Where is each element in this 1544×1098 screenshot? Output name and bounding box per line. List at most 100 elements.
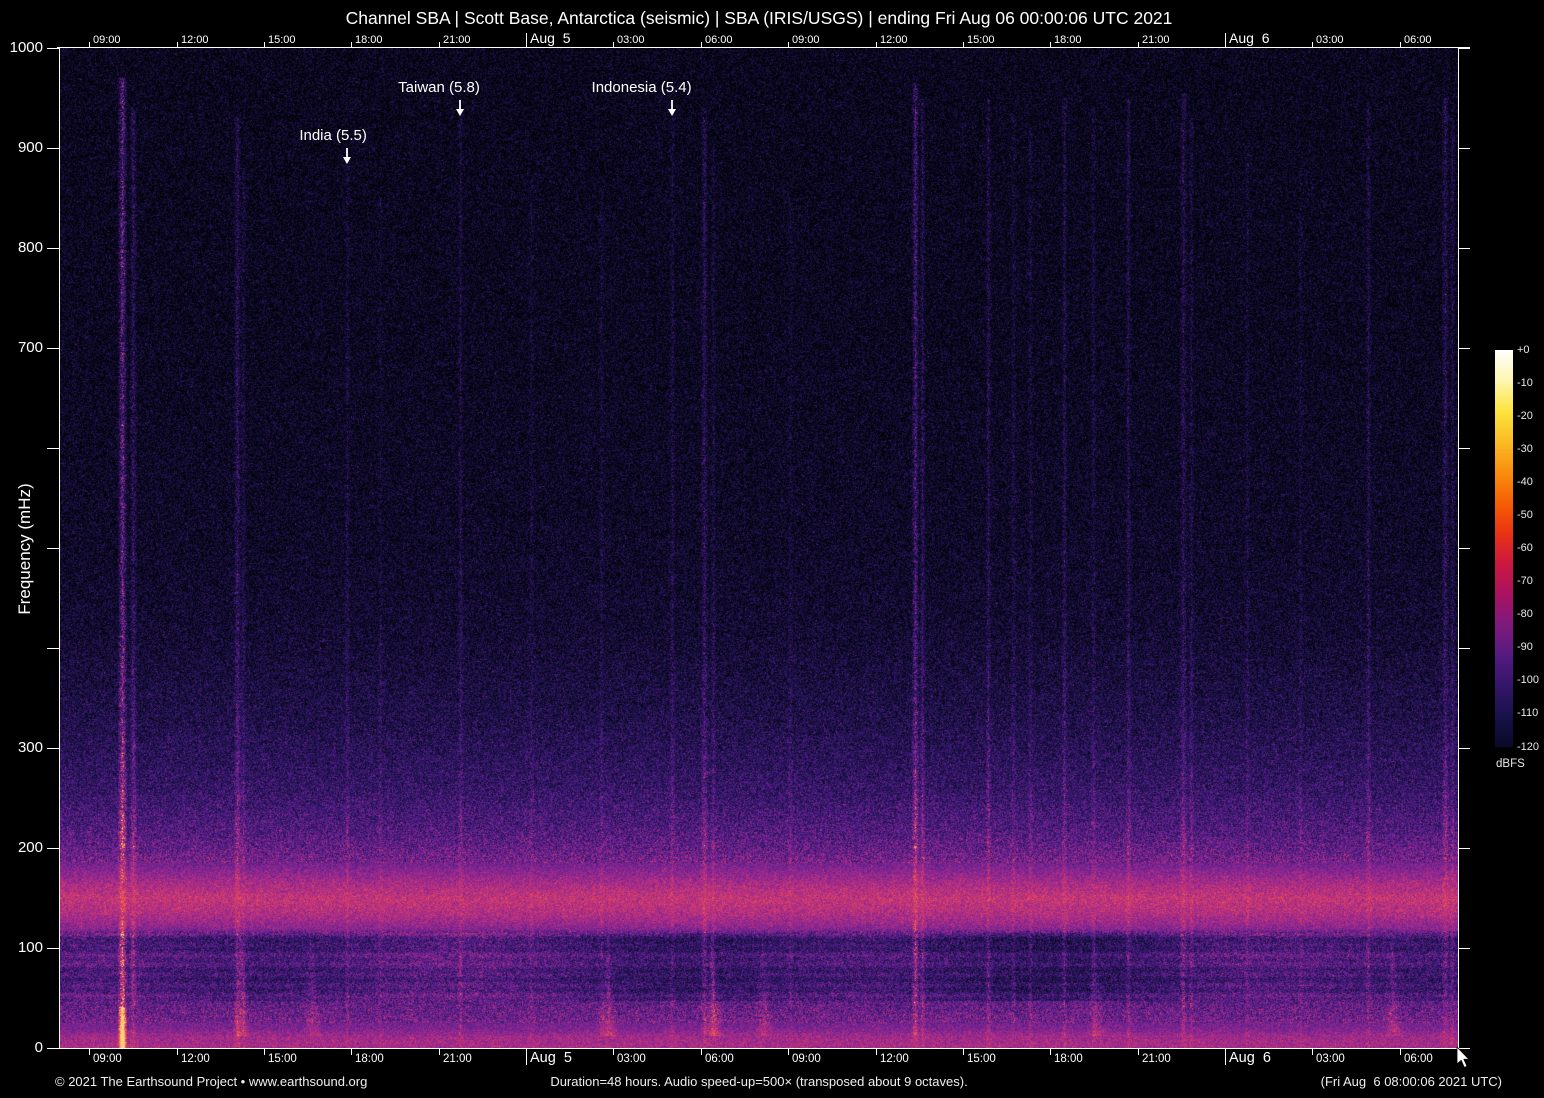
colorbar-tick-label: -10: [1517, 376, 1533, 389]
x-tick-top: [963, 42, 964, 47]
y-tick: [47, 348, 59, 349]
x-tick-label-top: Aug 6: [1229, 30, 1270, 46]
y-tick-right: [1459, 948, 1470, 949]
x-tick-top: [788, 42, 789, 47]
x-tick-top: [351, 42, 352, 47]
x-tick-bottom: [1400, 1049, 1401, 1055]
x-tick-top: [89, 42, 90, 47]
x-tick-bottom: [439, 1049, 440, 1055]
axes-overlay: 09:00 09:00 12:00 12:00 15:00 15:00 18:00 18:00…: [0, 0, 1544, 1098]
x-tick-top: [1050, 42, 1051, 47]
colorbar-tick-label: -80: [1517, 608, 1533, 621]
spectrogram-page: Channel SBA | Scott Base, Antarctica (se…: [0, 0, 1544, 1098]
x-tick-bottom: [89, 1049, 90, 1055]
x-tick-label-top: 18:00: [355, 33, 383, 46]
x-tick-label-top: 12:00: [880, 33, 908, 46]
x-tick-bottom: [264, 1049, 265, 1055]
bottom-axis-line: [55, 1048, 1468, 1049]
x-tick-top: [613, 42, 614, 47]
annotation-arrow-icon: [667, 100, 676, 116]
x-tick-top: [264, 42, 265, 47]
y-tick-right: [1459, 748, 1470, 749]
x-tick-label-bottom: 06:00: [1404, 1053, 1433, 1065]
y-tick-right: [1459, 48, 1470, 49]
x-tick-bottom: [177, 1049, 178, 1055]
x-tick-label-top: 03:00: [617, 33, 645, 46]
x-tick-bottom: [526, 1049, 527, 1065]
x-tick-bottom: [876, 1049, 877, 1055]
x-tick-top: [177, 42, 178, 47]
colorbar-tick-label: -60: [1517, 542, 1533, 554]
x-tick-label-bottom: 03:00: [617, 1053, 646, 1065]
y-tick: [47, 648, 59, 649]
x-tick-bottom: [1225, 1049, 1226, 1065]
x-tick-label-top: 03:00: [1316, 33, 1344, 46]
x-tick-label-top: 06:00: [1404, 33, 1432, 46]
x-tick-top: [1138, 42, 1139, 47]
x-tick-label-top: 15:00: [268, 33, 296, 46]
x-tick-label-bottom: 03:00: [1316, 1053, 1345, 1065]
x-tick-top: [526, 33, 527, 47]
colorbar-tick-label: -90: [1517, 641, 1533, 654]
x-tick-top: [701, 42, 702, 47]
y-tick: [47, 148, 59, 149]
y-tick-right: [1459, 148, 1470, 149]
annotation-arrow-icon: [342, 148, 351, 164]
colorbar-tick-label: -20: [1517, 409, 1533, 422]
y-tick-label: 0: [34, 1039, 43, 1056]
annotation-label-2: Taiwan (5.8): [398, 79, 480, 96]
top-axis-line: [57, 47, 1470, 48]
x-tick-top: [1225, 33, 1226, 47]
x-tick-label-bottom: 21:00: [443, 1053, 472, 1065]
x-tick-bottom: [1138, 1049, 1139, 1055]
x-tick-bottom: [613, 1049, 614, 1055]
y-tick-label: 200: [17, 839, 43, 856]
x-tick-bottom: [1312, 1049, 1313, 1055]
x-tick-label-top: Aug 5: [530, 30, 571, 46]
x-tick-bottom: [1050, 1049, 1051, 1055]
x-tick-label-top: 15:00: [967, 33, 995, 46]
x-tick-label-top: 09:00: [93, 33, 121, 46]
annotation-arrow-icon: [455, 100, 464, 116]
x-tick-label-top: 12:00: [181, 33, 209, 46]
y-tick: [47, 248, 59, 249]
annotation-label-1: India (5.5): [299, 127, 367, 144]
x-tick-label-bottom: 21:00: [1142, 1053, 1171, 1065]
colorbar-tick-label: -120: [1517, 740, 1540, 753]
y-tick-label: 900: [17, 139, 43, 156]
colorbar-tick-label: +0: [1517, 343, 1530, 356]
x-tick-label-top: 06:00: [705, 33, 733, 46]
x-tick-label-bottom: 18:00: [1054, 1053, 1083, 1065]
colorbar-tick-label: -100: [1517, 674, 1540, 687]
y-axis-line: [59, 47, 60, 1049]
x-tick-bottom: [701, 1049, 702, 1055]
colorbar-tick-label: -30: [1517, 442, 1533, 455]
x-tick-top: [1312, 42, 1313, 47]
x-tick-label-top: 09:00: [792, 33, 820, 46]
x-tick-bottom: [963, 1049, 964, 1055]
y-tick-label: 300: [17, 739, 43, 756]
y-tick: [47, 748, 59, 749]
y-tick-right: [1459, 548, 1470, 549]
colorbar-tick-label: -70: [1517, 575, 1533, 588]
y-tick-right: [1459, 648, 1470, 649]
y-tick-right: [1459, 248, 1470, 249]
colorbar-tick-label: -50: [1517, 508, 1533, 521]
x-tick-label-bottom: Aug 5: [530, 1050, 572, 1066]
x-tick-label-bottom: 15:00: [967, 1053, 996, 1065]
x-tick-label-bottom: 12:00: [880, 1053, 909, 1065]
x-tick-label-bottom: 06:00: [705, 1053, 734, 1065]
y-tick-right: [1459, 848, 1470, 849]
y-tick-label: 100: [17, 939, 43, 956]
footer-duration: Duration=48 hours. Audio speed-up=500× (…: [550, 1074, 968, 1089]
x-tick-top: [439, 42, 440, 47]
x-tick-label-top: 21:00: [443, 33, 471, 46]
y-tick: [47, 548, 59, 549]
footer-end-time: (Fri Aug 6 08:00:06 2021 UTC): [1320, 1074, 1502, 1089]
x-tick-label-bottom: 09:00: [792, 1053, 821, 1065]
x-tick-label-bottom: 15:00: [268, 1053, 297, 1065]
y-tick: [47, 448, 59, 449]
x-tick-label-top: 18:00: [1054, 33, 1082, 46]
x-tick-top: [1400, 42, 1401, 47]
y-tick-label: 700: [17, 339, 43, 356]
